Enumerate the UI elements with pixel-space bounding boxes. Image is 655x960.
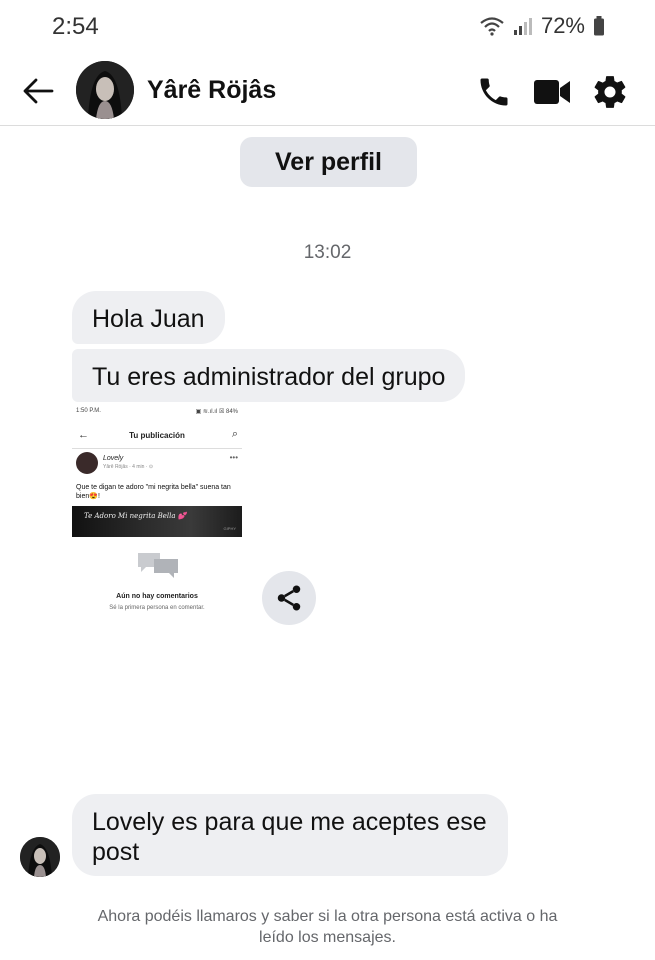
gear-icon[interactable] [590, 72, 630, 112]
wifi-icon [479, 16, 505, 36]
screenshot-no-comments: Aún no hay comentarios [116, 593, 198, 600]
screenshot-post-meta: Yârê Röjâs · 4 min · ⊙ [103, 464, 154, 470]
screenshot-banner-mark: GIPHY [223, 526, 236, 531]
status-time: 2:54 [52, 13, 99, 40]
screenshot-banner-text: Te Adoro Mi negrita Bella 💕 [84, 512, 187, 520]
shared-screenshot-image[interactable]: 1:50 P.M. ▣ ≋.ıl.ıl ☒ 84% ← Tu publicaci… [72, 405, 242, 627]
screenshot-search-icon: ⌕ [231, 428, 238, 440]
screenshot-first-comment: Sé la primera persona en comentar. [109, 605, 205, 611]
battery-icon [593, 16, 605, 36]
signal-icon [513, 16, 533, 36]
contact-avatar[interactable] [76, 61, 134, 119]
screenshot-more-icon: ••• [229, 453, 238, 462]
share-icon[interactable] [262, 571, 316, 625]
screenshot-post-banner: Te Adoro Mi negrita Bella 💕 GIPHY [72, 506, 242, 537]
message-bubble[interactable]: Tu eres administrador del grupo [72, 349, 466, 402]
screenshot-post-avatar [76, 452, 98, 474]
video-camera-icon[interactable] [532, 72, 572, 112]
screenshot-title: Tu publicación [129, 431, 185, 440]
message-bubble[interactable]: Hola Juan [72, 291, 225, 344]
screenshot-comments-icon [136, 551, 180, 579]
screenshot-status-time: 1:50 P.M. [76, 408, 101, 414]
back-arrow-icon[interactable] [20, 73, 56, 109]
contact-name[interactable]: Yârê Röjâs [147, 76, 276, 105]
screenshot-post-author: Lovely [103, 455, 124, 462]
sender-avatar[interactable] [20, 837, 60, 877]
phone-icon[interactable] [474, 72, 514, 112]
message-timestamp: 13:02 [303, 242, 352, 263]
status-indicators: 72% [479, 13, 605, 39]
screenshot-post-text: Que te digan te adoro "mi negrita bella"… [76, 484, 231, 500]
screenshot-status-bar: 1:50 P.M. ▣ ≋.ıl.ıl ☒ 84% [76, 408, 238, 415]
view-profile-button[interactable]: Ver perfil [240, 137, 417, 187]
active-status-notice: Ahora podéis llamaros y saber si la otra… [97, 908, 558, 946]
chat-header: Yârê Röjâs [0, 56, 655, 126]
battery-percent: 72% [540, 13, 585, 38]
screenshot-header: ← Tu publicación ⌕ [72, 425, 242, 449]
message-bubble[interactable]: Lovely es para que me aceptes ese post [72, 794, 508, 876]
status-bar: 2:54 72% [0, 0, 655, 52]
screenshot-status-right: ▣ ≋.ıl.ıl ☒ 84% [195, 409, 238, 415]
